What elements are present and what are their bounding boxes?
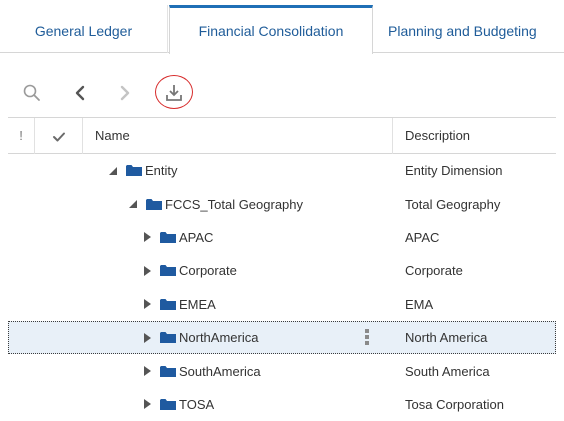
row-description-cell: South America <box>405 363 490 379</box>
column-header-check <box>34 118 82 154</box>
folder-icon <box>146 198 163 211</box>
row-name-label: Entity <box>145 163 178 179</box>
row-name-label: FCCS_Total Geography <box>165 196 304 212</box>
row-name-label: Corporate <box>179 263 237 279</box>
column-header-description[interactable]: Description <box>392 118 556 154</box>
row-name-cell: NorthAmerica <box>82 321 392 354</box>
tab-financial-consolidation[interactable]: Financial Consolidation <box>169 5 373 54</box>
row-name-cell: APAC <box>82 221 392 254</box>
folder-icon <box>160 398 177 411</box>
row-description-cell: APAC <box>405 229 440 245</box>
checkmark-icon <box>52 132 65 142</box>
row-name-label: EMEA <box>179 296 216 312</box>
row-name-label: SouthAmerica <box>179 363 261 379</box>
row-name-label: TOSA <box>179 396 215 412</box>
folder-icon <box>160 298 177 311</box>
toolbar <box>0 73 564 113</box>
tab-bar: General Ledger Financial Consolidation P… <box>0 0 564 54</box>
column-header-name[interactable]: Name <box>82 118 392 154</box>
collapsed-triangle-icon[interactable] <box>140 364 154 378</box>
row-description-cell: Total Geography <box>405 196 501 212</box>
expanded-triangle-icon[interactable] <box>106 164 120 178</box>
folder-icon <box>160 331 177 344</box>
search-icon[interactable] <box>20 81 44 105</box>
entity-tree-table: ! Name Description Entity Entity Dimensio… <box>8 117 556 418</box>
table-row[interactable]: SouthAmerica South America <box>8 354 556 387</box>
row-name-cell: TOSA <box>82 388 392 421</box>
row-name-cell: EMEA <box>82 288 392 321</box>
row-description-cell: Corporate <box>405 263 463 279</box>
row-description-cell: EMA <box>405 296 434 312</box>
folder-icon <box>160 264 177 277</box>
tab-planning-and-budgeting[interactable]: Planning and Budgeting <box>374 5 564 53</box>
row-name-cell: Entity <box>82 154 392 187</box>
column-header-status: ! <box>19 128 23 143</box>
chevron-right-icon[interactable] <box>113 81 137 105</box>
row-name-cell: Corporate <box>82 254 392 287</box>
table-row[interactable]: APAC APAC <box>8 221 556 254</box>
row-name-label: NorthAmerica <box>179 330 259 346</box>
download-icon[interactable] <box>162 81 186 105</box>
table-row[interactable]: EMEA EMA <box>8 288 556 321</box>
table-row[interactable]: TOSA Tosa Corporation <box>8 388 556 421</box>
row-name-label: APAC <box>179 229 214 245</box>
collapsed-triangle-icon[interactable] <box>140 397 154 411</box>
tab-general-ledger[interactable]: General Ledger <box>0 5 168 53</box>
row-name-cell: SouthAmerica <box>82 354 392 387</box>
collapsed-triangle-icon[interactable] <box>140 230 154 244</box>
expanded-triangle-icon[interactable] <box>126 197 140 211</box>
row-description-cell: North America <box>405 330 488 346</box>
table-header: ! Name Description <box>8 117 556 154</box>
collapsed-triangle-icon[interactable] <box>140 264 154 278</box>
folder-icon <box>160 365 177 378</box>
chevron-left-icon[interactable] <box>68 81 92 105</box>
row-description-cell: Tosa Corporation <box>405 396 504 412</box>
row-name-cell: FCCS_Total Geography <box>82 187 392 220</box>
table-row[interactable]: NorthAmerica North America <box>8 320 556 355</box>
row-description-cell: Entity Dimension <box>405 163 503 179</box>
folder-icon <box>126 164 143 177</box>
table-row[interactable]: FCCS_Total Geography Total Geography <box>8 187 556 220</box>
row-actions-handle[interactable] <box>364 328 370 347</box>
table-body: Entity Entity Dimension FCCS_Total Geograp… <box>8 154 556 421</box>
folder-icon <box>160 231 177 244</box>
table-row[interactable]: Corporate Corporate <box>8 254 556 287</box>
collapsed-triangle-icon[interactable] <box>140 297 154 311</box>
collapsed-triangle-icon[interactable] <box>140 331 154 345</box>
table-row[interactable]: Entity Entity Dimension <box>8 154 556 187</box>
